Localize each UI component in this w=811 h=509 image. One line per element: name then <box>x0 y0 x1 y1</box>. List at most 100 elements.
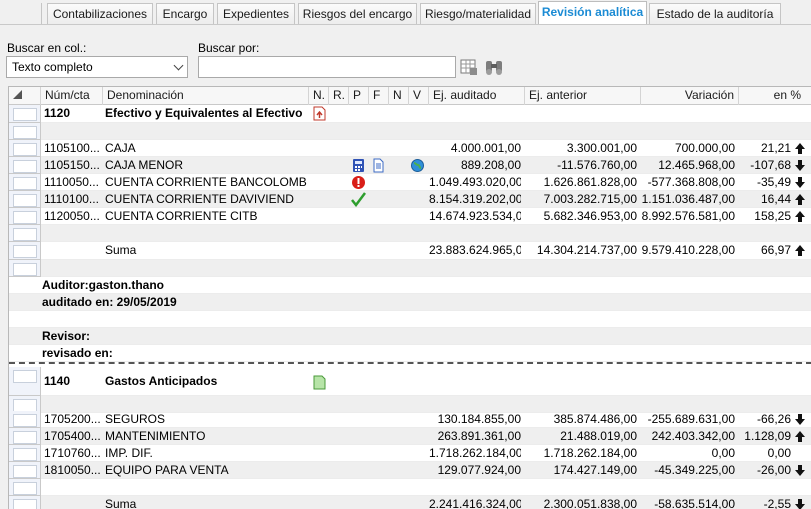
checkmark-icon[interactable] <box>351 192 366 207</box>
table-row[interactable]: 1105150... CAJA MENOR 889.208,00 -11.576… <box>9 157 811 174</box>
row-selector[interactable] <box>9 496 41 509</box>
account-number: 1120 <box>44 106 71 120</box>
audited-value: 263.891.361,00 <box>437 429 521 443</box>
account-name: Efectivo y Equivalentes al Efectivo <box>105 106 303 120</box>
green-document-icon[interactable] <box>312 375 327 390</box>
row-selector[interactable] <box>9 242 41 260</box>
header-ej-anterior[interactable]: Ej. anterior <box>525 87 641 105</box>
percent-value: 66,97 <box>760 243 791 257</box>
previous-value: 5.682.346.953,00 <box>543 209 637 223</box>
header-n[interactable]: N <box>389 87 409 105</box>
table-row-revised-on: revisado en: <box>9 345 811 362</box>
header-num-cta[interactable]: Núm/cta <box>41 87 103 105</box>
row-selector[interactable] <box>9 411 41 428</box>
tab-encargo[interactable]: Encargo <box>156 3 214 25</box>
table-row-group-title[interactable]: 1140 Gastos Anticipados <box>9 367 811 396</box>
header-v[interactable]: V <box>409 87 429 105</box>
table-row[interactable]: 1710760... IMP. DIF. 1.718.262.184,00 1.… <box>9 445 811 462</box>
tab-estado-auditoria[interactable]: Estado de la auditoría <box>649 3 781 25</box>
header-corner[interactable] <box>9 87 41 105</box>
account-number: 1110100... <box>44 192 99 206</box>
search-by-label: Buscar por: <box>198 41 260 55</box>
tab-bar: Contabilizaciones Encargo Expedientes Ri… <box>0 0 811 25</box>
search-column-label: Buscar en col.: <box>7 41 87 55</box>
audited-value: 130.184.855,00 <box>437 412 521 426</box>
table-row[interactable]: 1120050... CUENTA CORRIENTE CITB 14.674.… <box>9 208 811 225</box>
table-row[interactable]: 1705200... SEGUROS 130.184.855,00 385.87… <box>9 411 811 428</box>
binoculars-icon <box>486 61 502 75</box>
tab-riesgo-materialidad[interactable]: Riesgo/materialidad <box>420 3 536 25</box>
row-selector[interactable] <box>9 428 41 445</box>
account-number: 1105150... <box>44 158 100 172</box>
row-selector[interactable] <box>9 191 41 208</box>
table-row-empty <box>9 260 811 277</box>
account-number: 1810050... <box>44 463 101 477</box>
previous-value: 21.488.019,00 <box>560 429 637 443</box>
account-name: SEGUROS <box>105 412 166 426</box>
header-f[interactable]: F <box>369 87 389 105</box>
header-r[interactable]: R. <box>329 87 349 105</box>
row-selector[interactable] <box>9 174 41 191</box>
percent-value: 1.128,09 <box>744 429 791 443</box>
search-column-select[interactable]: Texto completo <box>6 56 188 78</box>
table-row[interactable]: 1105100... CAJA 4.000.001,00 3.300.001,0… <box>9 140 811 157</box>
table-row-sum[interactable]: Suma 2.241.416.324,00 2.300.051.838,00 -… <box>9 496 811 509</box>
table-row[interactable]: 1705400... MANTENIMIENTO 263.891.361,00 … <box>9 428 811 445</box>
account-name: MANTENIMIENTO <box>105 429 206 443</box>
variation-value: -577.368.808,00 <box>647 175 735 189</box>
arrow-down-icon <box>795 160 805 171</box>
row-selector[interactable] <box>9 140 41 157</box>
row-selector[interactable] <box>9 105 41 123</box>
header-en-pct[interactable]: en % <box>739 87 811 105</box>
tab-expedientes[interactable]: Expedientes <box>217 3 295 25</box>
variation-value: -255.689.631,00 <box>647 412 735 426</box>
document-icon[interactable] <box>371 158 386 173</box>
alert-icon[interactable] <box>351 175 366 190</box>
search-input[interactable] <box>198 56 456 78</box>
previous-value: 174.427.149,00 <box>553 463 637 477</box>
arrow-down-icon <box>795 177 805 188</box>
tab-contabilizaciones[interactable]: Contabilizaciones <box>47 3 153 25</box>
row-selector[interactable] <box>9 260 41 277</box>
pdf-document-icon[interactable] <box>312 106 327 121</box>
table-row[interactable]: 1810050... EQUIPO PARA VENTA 129.077.924… <box>9 462 811 479</box>
account-number: 1140 <box>44 374 71 388</box>
calculator-icon[interactable] <box>351 158 366 173</box>
percent-value: -2,55 <box>763 497 791 509</box>
row-selector[interactable] <box>9 123 41 140</box>
row-selector[interactable] <box>9 367 41 396</box>
percent-value: 0,00 <box>767 446 791 460</box>
row-selector[interactable] <box>9 445 41 462</box>
row-selector[interactable] <box>9 157 41 174</box>
tab-riesgos-del-encargo[interactable]: Riesgos del encargo <box>298 3 417 25</box>
tab-revision-analitica[interactable]: Revisión analítica <box>538 1 647 25</box>
account-name: Gastos Anticipados <box>105 374 218 388</box>
percent-value: 21,21 <box>760 141 791 155</box>
audited-on-label: auditado en: 29/05/2019 <box>42 295 177 309</box>
table-row-revisor: Revisor: <box>9 328 811 345</box>
globe-icon[interactable] <box>410 158 425 173</box>
row-selector[interactable] <box>9 479 41 496</box>
row-selector[interactable] <box>9 462 41 479</box>
row-selector[interactable] <box>9 208 41 225</box>
find-button[interactable] <box>482 55 506 79</box>
percent-value: 16,44 <box>760 192 791 206</box>
table-row-sum[interactable]: Suma 23.883.624.965,00 14.304.214.737,00… <box>9 242 811 260</box>
account-name: CUENTA CORRIENTE BANCOLOMB <box>105 175 307 189</box>
header-ej-auditado[interactable]: Ej. auditado <box>429 87 525 105</box>
account-number: 1105100... <box>44 141 100 155</box>
header-denominacion[interactable]: Denominación <box>103 87 309 105</box>
header-p[interactable]: P <box>349 87 369 105</box>
group-separator <box>9 362 811 364</box>
variation-value: 242.403.342,00 <box>651 429 735 443</box>
table-row-spacer <box>9 311 811 328</box>
analytic-review-grid[interactable]: Núm/cta Denominación N. R. P F N V Ej. a… <box>8 86 811 509</box>
table-row-group-title[interactable]: 1120 Efectivo y Equivalentes al Efectivo <box>9 105 811 123</box>
row-selector[interactable] <box>9 225 41 242</box>
filter-grid-button[interactable] <box>457 55 481 79</box>
table-row[interactable]: 1110050... CUENTA CORRIENTE BANCOLOMB 1.… <box>9 174 811 191</box>
header-variacion[interactable]: Variación <box>641 87 739 105</box>
header-n-dot[interactable]: N. <box>309 87 329 105</box>
table-row[interactable]: 1110100... CUENTA CORRIENTE DAVIVIEND 8.… <box>9 191 811 208</box>
account-name: IMP. DIF. <box>105 446 153 460</box>
